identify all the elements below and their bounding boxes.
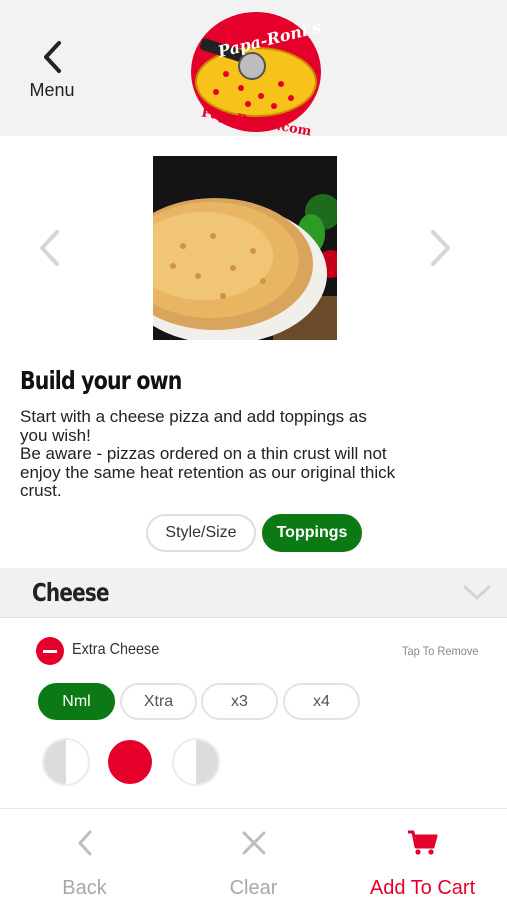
section-header-cheese[interactable]: Cheese [0, 568, 507, 618]
description-line: Start with a cheese pizza and add toppin… [20, 407, 367, 426]
chevron-left-icon [78, 830, 91, 856]
description-line: crust. [20, 481, 62, 500]
papa-ronis-logo: Papa-Roni's PapaRonis.com [191, 12, 323, 136]
tap-to-remove-hint: Tap To Remove [402, 644, 479, 658]
clear-label: Clear [229, 877, 278, 899]
carousel-prev-icon[interactable] [36, 228, 62, 268]
topping-name: Extra Cheese [72, 641, 160, 658]
amount-option-nml[interactable]: Nml [38, 683, 115, 720]
amount-option-xtra[interactable]: Xtra [120, 683, 197, 720]
image-carousel [0, 136, 507, 368]
add-to-cart-label: Add To Cart [369, 877, 476, 899]
item-title: Build your own [20, 366, 182, 395]
amount-option-x4[interactable]: x4 [283, 683, 360, 720]
left-half-icon [44, 740, 66, 784]
description-line: you wish! [20, 425, 91, 445]
section-title: Cheese [32, 578, 110, 607]
pizza-photo [153, 156, 337, 340]
close-icon [242, 831, 265, 855]
header-bar: Menu Papa-Roni's PapaRonis.com [0, 0, 507, 136]
chevron-down-icon[interactable] [462, 584, 492, 602]
carousel-next-icon[interactable] [428, 228, 454, 268]
description-line: enjoy the same heat retention as our ori… [20, 462, 396, 482]
menu-back-button[interactable]: Menu [22, 40, 82, 106]
clear-button[interactable]: Clear [169, 809, 338, 900]
chevron-left-icon [44, 41, 61, 73]
back-button[interactable]: Back [0, 809, 169, 900]
add-to-cart-button[interactable]: Add To Cart [338, 809, 507, 900]
bottom-action-bar: Back Clear Add To Cart [0, 808, 507, 900]
portion-left-half-button[interactable] [42, 738, 90, 786]
remove-topping-button[interactable] [36, 637, 64, 665]
portion-right-half-button[interactable] [172, 738, 220, 786]
cart-icon [407, 830, 437, 855]
tab-style-size[interactable]: Style/Size [146, 514, 256, 552]
tab-toppings[interactable]: Toppings [262, 514, 362, 552]
right-half-icon [196, 740, 218, 784]
item-description: Start with a cheese pizza and add toppin… [20, 407, 490, 501]
portion-whole-button[interactable] [108, 740, 152, 784]
amount-option-x3[interactable]: x3 [201, 683, 278, 720]
description-line: Be aware - pizzas ordered on a thin crus… [20, 444, 387, 463]
back-label: Back [62, 877, 107, 899]
menu-label: Menu [29, 80, 75, 100]
